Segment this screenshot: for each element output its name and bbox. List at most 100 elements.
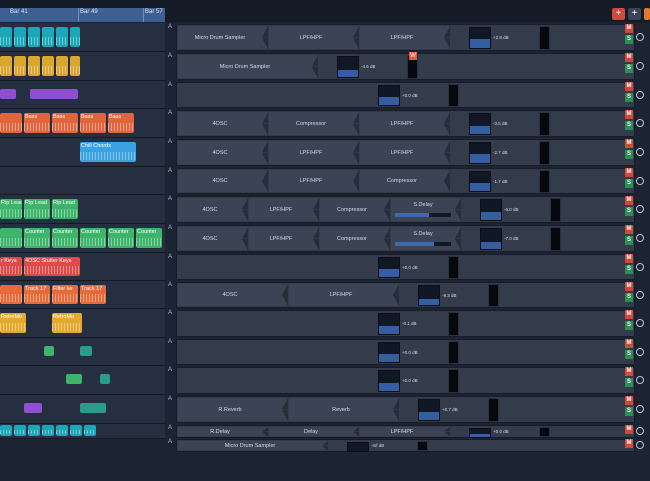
- record-icon[interactable]: [644, 8, 650, 20]
- mute-button[interactable]: M: [625, 196, 633, 205]
- plugin-slot[interactable]: Micro Drum Sampler: [178, 26, 268, 49]
- mute-button[interactable]: M: [625, 282, 633, 291]
- pan-knob-icon[interactable]: [636, 376, 644, 384]
- solo-button[interactable]: S: [625, 93, 633, 102]
- pan-knob-icon[interactable]: [636, 347, 644, 356]
- plugin-slot[interactable]: LPF/HPF: [360, 26, 450, 49]
- track-lane[interactable]: Rip Lead Rip Lead Rip Lead: [0, 195, 165, 224]
- clip[interactable]: [0, 228, 22, 248]
- automation-button[interactable]: A: [168, 310, 175, 316]
- volume-fader[interactable]: [378, 342, 400, 363]
- clip[interactable]: Track 17: [24, 285, 50, 304]
- plugin-slot[interactable]: R.Delay: [178, 427, 268, 436]
- plugin-slot[interactable]: LPF/HPF: [360, 141, 450, 164]
- plugin-slot[interactable]: LPF/HPF: [289, 284, 399, 306]
- track-lane[interactable]: [0, 23, 165, 52]
- pan-knob-icon[interactable]: [636, 234, 644, 242]
- clip[interactable]: [42, 56, 54, 76]
- pan-knob-icon[interactable]: [636, 262, 644, 271]
- clip[interactable]: [42, 27, 54, 47]
- solo-button[interactable]: S: [625, 179, 633, 188]
- track-lane[interactable]: [0, 52, 165, 81]
- clip[interactable]: [70, 27, 80, 47]
- mute-button[interactable]: M: [625, 110, 633, 119]
- clip[interactable]: [0, 285, 22, 304]
- solo-button[interactable]: S: [625, 350, 633, 359]
- plugin-slot[interactable]: LPF/HPF: [269, 26, 359, 49]
- plugin-slot[interactable]: LPF/HPF: [269, 141, 359, 164]
- track-lane[interactable]: Bass Bass Bass Bass: [0, 109, 165, 138]
- pan-knob-icon[interactable]: [636, 33, 644, 41]
- automation-button[interactable]: A: [168, 282, 175, 288]
- pan-knob-icon[interactable]: [636, 62, 644, 70]
- plugin-slot[interactable]: Micro Drum Sampler: [178, 441, 328, 450]
- track-lane[interactable]: r Keys 4OSC Stutter Keys: [0, 253, 165, 281]
- mute-button[interactable]: M: [625, 310, 633, 319]
- plugin-slot[interactable]: LPF/HPF: [360, 427, 450, 436]
- mute-button[interactable]: M: [625, 425, 633, 434]
- plugin-slot[interactable]: R.Reverb: [178, 398, 288, 421]
- pan-knob-icon[interactable]: [636, 176, 644, 185]
- clip[interactable]: [14, 56, 26, 76]
- track-lane[interactable]: Chill Chords: [0, 138, 165, 167]
- automation-button[interactable]: A: [168, 367, 175, 373]
- clip[interactable]: [0, 56, 12, 76]
- track-lane[interactable]: [0, 424, 165, 439]
- clip[interactable]: [0, 27, 12, 47]
- volume-fader[interactable]: [378, 370, 400, 392]
- midi-note-block[interactable]: [30, 89, 78, 99]
- pan-knob-icon[interactable]: [636, 148, 644, 156]
- automation-button[interactable]: A: [168, 254, 175, 260]
- track-lane[interactable]: Track 17 Filter ke Track 17: [0, 281, 165, 309]
- clip[interactable]: [70, 56, 80, 76]
- midi-note-block[interactable]: [24, 403, 42, 413]
- plugin-slot[interactable]: Reverb: [289, 398, 399, 421]
- plugin-slot[interactable]: Compressor: [360, 170, 450, 192]
- track-lane[interactable]: [0, 167, 165, 195]
- mute-button[interactable]: M: [625, 168, 633, 177]
- track-lane[interactable]: [0, 338, 165, 366]
- pan-knob-icon[interactable]: [636, 319, 644, 327]
- track-lane[interactable]: RetroMo RetroMo: [0, 309, 165, 338]
- clip[interactable]: [28, 56, 40, 76]
- plugin-slot[interactable]: Delay: [269, 427, 359, 436]
- pan-knob-icon[interactable]: [636, 90, 644, 99]
- clip[interactable]: Counter: [52, 228, 78, 248]
- automation-button[interactable]: A: [168, 339, 175, 345]
- pan-knob-icon[interactable]: [636, 427, 644, 435]
- plugin-slot[interactable]: 4OSC: [178, 284, 288, 306]
- volume-fader[interactable]: [469, 113, 491, 135]
- timeline-ruler[interactable]: Bar 41 Bar 49 Bar 57: [0, 8, 165, 22]
- volume-fader[interactable]: [418, 399, 440, 421]
- clip[interactable]: RetroMo: [52, 313, 82, 333]
- plugin-slot[interactable]: Micro Drum Sampler: [178, 55, 318, 78]
- automation-button[interactable]: A: [168, 225, 175, 231]
- volume-fader[interactable]: [337, 56, 359, 78]
- clip[interactable]: Bass: [80, 113, 106, 133]
- clip[interactable]: [0, 425, 12, 436]
- solo-button[interactable]: S: [625, 207, 633, 216]
- warning-badge[interactable]: W: [409, 52, 417, 60]
- clip[interactable]: Counter: [80, 228, 106, 248]
- track-lane[interactable]: [0, 366, 165, 395]
- plugin-slot[interactable]: LPF/HPF: [269, 170, 359, 192]
- solo-button[interactable]: S: [625, 121, 633, 130]
- solo-button[interactable]: S: [625, 35, 633, 44]
- volume-fader[interactable]: [347, 442, 369, 452]
- automation-button[interactable]: A: [168, 425, 175, 431]
- solo-button[interactable]: S: [625, 150, 633, 159]
- volume-fader[interactable]: [469, 27, 491, 49]
- mute-button[interactable]: M: [625, 367, 633, 376]
- plugin-slot[interactable]: LPF/HPF: [249, 198, 319, 221]
- solo-button[interactable]: S: [625, 321, 633, 330]
- midi-note-block[interactable]: [80, 346, 92, 356]
- plugin-slot[interactable]: 4OSC: [178, 112, 268, 135]
- volume-fader[interactable]: [418, 285, 440, 306]
- plugin-slot[interactable]: Compressor: [269, 112, 359, 135]
- pan-knob-icon[interactable]: [636, 205, 644, 213]
- clip[interactable]: [56, 425, 68, 436]
- solo-button[interactable]: S: [625, 236, 633, 245]
- mute-button[interactable]: M: [625, 82, 633, 91]
- track-lane[interactable]: [0, 395, 165, 424]
- clip[interactable]: Bass: [108, 113, 134, 133]
